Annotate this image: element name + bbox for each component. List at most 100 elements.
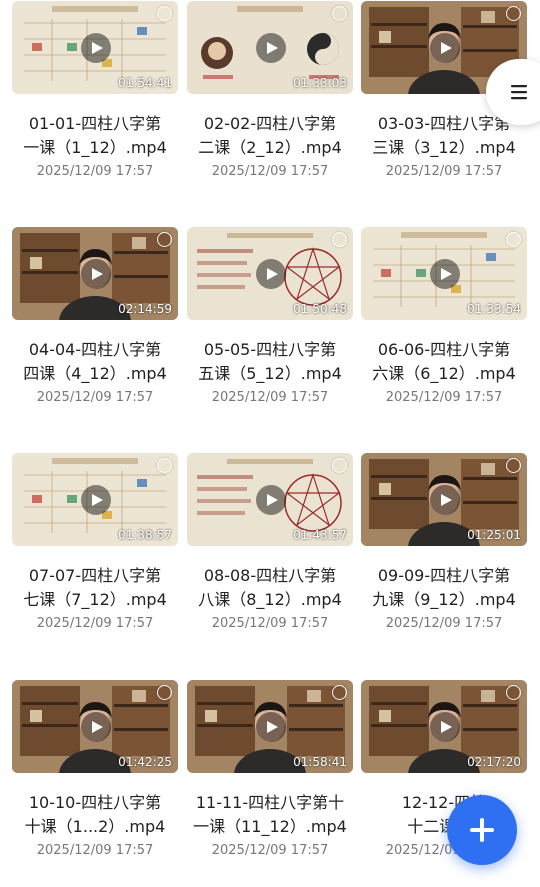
video-card[interactable]: 01:58:41 11-11-四柱八字第十 一课（11_12）.mp4 2025… [187, 680, 353, 884]
video-card[interactable]: 01:42:25 10-10-四柱八字第 十课（1...2）.mp4 2025/… [12, 680, 178, 884]
select-circle-icon[interactable] [332, 458, 347, 473]
video-title-line-2: 一课（11_12）.mp4 [193, 817, 347, 836]
video-title-line-2: 八课（8_12）.mp4 [198, 590, 342, 609]
video-thumbnail[interactable]: 01:42:25 [12, 680, 178, 773]
select-circle-icon[interactable] [332, 685, 347, 700]
video-title-line-1: 06-06-四柱八字第 [377, 340, 511, 359]
play-button[interactable] [430, 485, 460, 515]
video-duration: 02:17:20 [467, 755, 521, 769]
play-icon [92, 42, 103, 54]
video-date: 2025/12/09 17:57 [211, 843, 329, 858]
plus-icon [470, 818, 494, 842]
play-button[interactable] [430, 33, 460, 63]
video-duration: 01:38:57 [118, 528, 172, 542]
video-title-line-2: 九课（9_12）.mp4 [372, 590, 516, 609]
video-date: 2025/12/09 17:57 [385, 390, 503, 405]
video-thumbnail[interactable]: 01:33:54 [361, 227, 527, 320]
play-icon [441, 42, 452, 54]
play-button[interactable] [430, 259, 460, 289]
video-card[interactable]: 01:33:03 02-02-四柱八字第 二课（2_12）.mp4 2025/1… [187, 1, 353, 205]
video-title-line-1: 10-10-四柱八字第 [28, 793, 162, 812]
play-icon [267, 494, 278, 506]
select-circle-icon[interactable] [506, 6, 521, 21]
video-title: 09-09-四柱八字第 九课（9_12）.mp4 [361, 564, 527, 612]
video-title: 11-11-四柱八字第十 一课（11_12）.mp4 [187, 791, 353, 839]
video-title-line-1: 04-04-四柱八字第 [28, 340, 162, 359]
video-duration: 01:43:57 [293, 528, 347, 542]
video-card[interactable]: 01:54:41 01-01-四柱八字第 一课（1_12）.mp4 2025/1… [12, 1, 178, 205]
video-card[interactable]: 01:50:48 05-05-四柱八字第 五课（5_12）.mp4 2025/1… [187, 227, 353, 431]
video-date: 2025/12/09 17:57 [36, 616, 154, 631]
video-thumbnail[interactable]: 01:50:48 [187, 227, 353, 320]
video-title: 01-01-四柱八字第 一课（1_12）.mp4 [12, 112, 178, 160]
video-title-line-1: 05-05-四柱八字第 [203, 340, 337, 359]
add-button[interactable] [447, 795, 517, 865]
video-duration: 02:14:59 [118, 302, 172, 316]
select-circle-icon[interactable] [506, 232, 521, 247]
video-grid: 01:54:41 01-01-四柱八字第 一课（1_12）.mp4 2025/1… [0, 0, 540, 887]
video-date: 2025/12/09 17:57 [385, 164, 503, 179]
select-circle-icon[interactable] [332, 232, 347, 247]
play-button[interactable] [256, 259, 286, 289]
video-duration: 01:33:54 [467, 302, 521, 316]
video-title-line-2: 四课（4_12）.mp4 [23, 364, 167, 383]
select-circle-icon[interactable] [157, 232, 172, 247]
play-button[interactable] [256, 712, 286, 742]
video-card[interactable]: 01:33:54 06-06-四柱八字第 六课（6_12）.mp4 2025/1… [361, 227, 527, 431]
video-title-line-2: 三课（3_12）.mp4 [372, 138, 516, 157]
play-button[interactable] [430, 712, 460, 742]
play-icon [267, 721, 278, 733]
video-title-line-1: 11-11-四柱八字第十 [195, 793, 345, 812]
play-icon [267, 268, 278, 280]
play-icon [441, 721, 452, 733]
video-date: 2025/12/09 17:57 [211, 616, 329, 631]
video-title: 02-02-四柱八字第 二课（2_12）.mp4 [187, 112, 353, 160]
video-thumbnail[interactable]: 01:33:03 [187, 1, 353, 94]
play-icon [267, 42, 278, 54]
video-thumbnail[interactable]: 01:54:41 [12, 1, 178, 94]
video-date: 2025/12/09 17:57 [211, 390, 329, 405]
play-button[interactable] [81, 712, 111, 742]
video-title: 06-06-四柱八字第 六课（6_12）.mp4 [361, 338, 527, 386]
video-title: 04-04-四柱八字第 四课（4_12）.mp4 [12, 338, 178, 386]
video-date: 2025/12/09 17:57 [36, 164, 154, 179]
video-title-line-2: 五课（5_12）.mp4 [198, 364, 342, 383]
video-title-line-1: 08-08-四柱八字第 [203, 566, 337, 585]
video-duration: 01:33:03 [293, 76, 347, 90]
video-card[interactable]: 02:14:59 04-04-四柱八字第 四课（4_12）.mp4 2025/1… [12, 227, 178, 431]
play-button[interactable] [81, 485, 111, 515]
video-card[interactable]: 01:43:57 08-08-四柱八字第 八课（8_12）.mp4 2025/1… [187, 453, 353, 657]
video-thumbnail[interactable]: 01:25:01 [361, 453, 527, 546]
video-title-line-1: 01-01-四柱八字第 [28, 114, 162, 133]
video-title-line-1: 07-07-四柱八字第 [28, 566, 162, 585]
video-title-line-2: 七课（7_12）.mp4 [23, 590, 167, 609]
select-circle-icon[interactable] [506, 685, 521, 700]
video-title: 05-05-四柱八字第 五课（5_12）.mp4 [187, 338, 353, 386]
video-duration: 01:58:41 [293, 755, 347, 769]
video-thumbnail[interactable]: 02:17:20 [361, 680, 527, 773]
play-button[interactable] [81, 33, 111, 63]
video-thumbnail[interactable]: 01:43:57 [187, 453, 353, 546]
select-circle-icon[interactable] [506, 458, 521, 473]
video-title-line-2: 十课（1...2）.mp4 [24, 817, 166, 836]
play-button[interactable] [256, 33, 286, 63]
select-circle-icon[interactable] [157, 458, 172, 473]
video-date: 2025/12/09 17:57 [36, 390, 154, 405]
video-title-line-1: 02-02-四柱八字第 [203, 114, 337, 133]
play-button[interactable] [81, 259, 111, 289]
select-circle-icon[interactable] [157, 6, 172, 21]
video-title-line-2: 六课（6_12）.mp4 [372, 364, 516, 383]
video-thumbnail[interactable]: 01:38:57 [12, 453, 178, 546]
video-card[interactable]: 01:38:57 07-07-四柱八字第 七课（7_12）.mp4 2025/1… [12, 453, 178, 657]
video-duration: 01:25:01 [467, 528, 521, 542]
select-circle-icon[interactable] [332, 6, 347, 21]
video-card[interactable]: 01:25:01 09-09-四柱八字第 九课（9_12）.mp4 2025/1… [361, 453, 527, 657]
video-title: 10-10-四柱八字第 十课（1...2）.mp4 [12, 791, 178, 839]
select-circle-icon[interactable] [157, 685, 172, 700]
video-title-line-2: 二课（2_12）.mp4 [198, 138, 342, 157]
play-button[interactable] [256, 485, 286, 515]
video-title-line-1: 09-09-四柱八字第 [377, 566, 511, 585]
video-thumbnail[interactable]: 02:14:59 [12, 227, 178, 320]
video-thumbnail[interactable]: 01:58:41 [187, 680, 353, 773]
play-icon [441, 494, 452, 506]
